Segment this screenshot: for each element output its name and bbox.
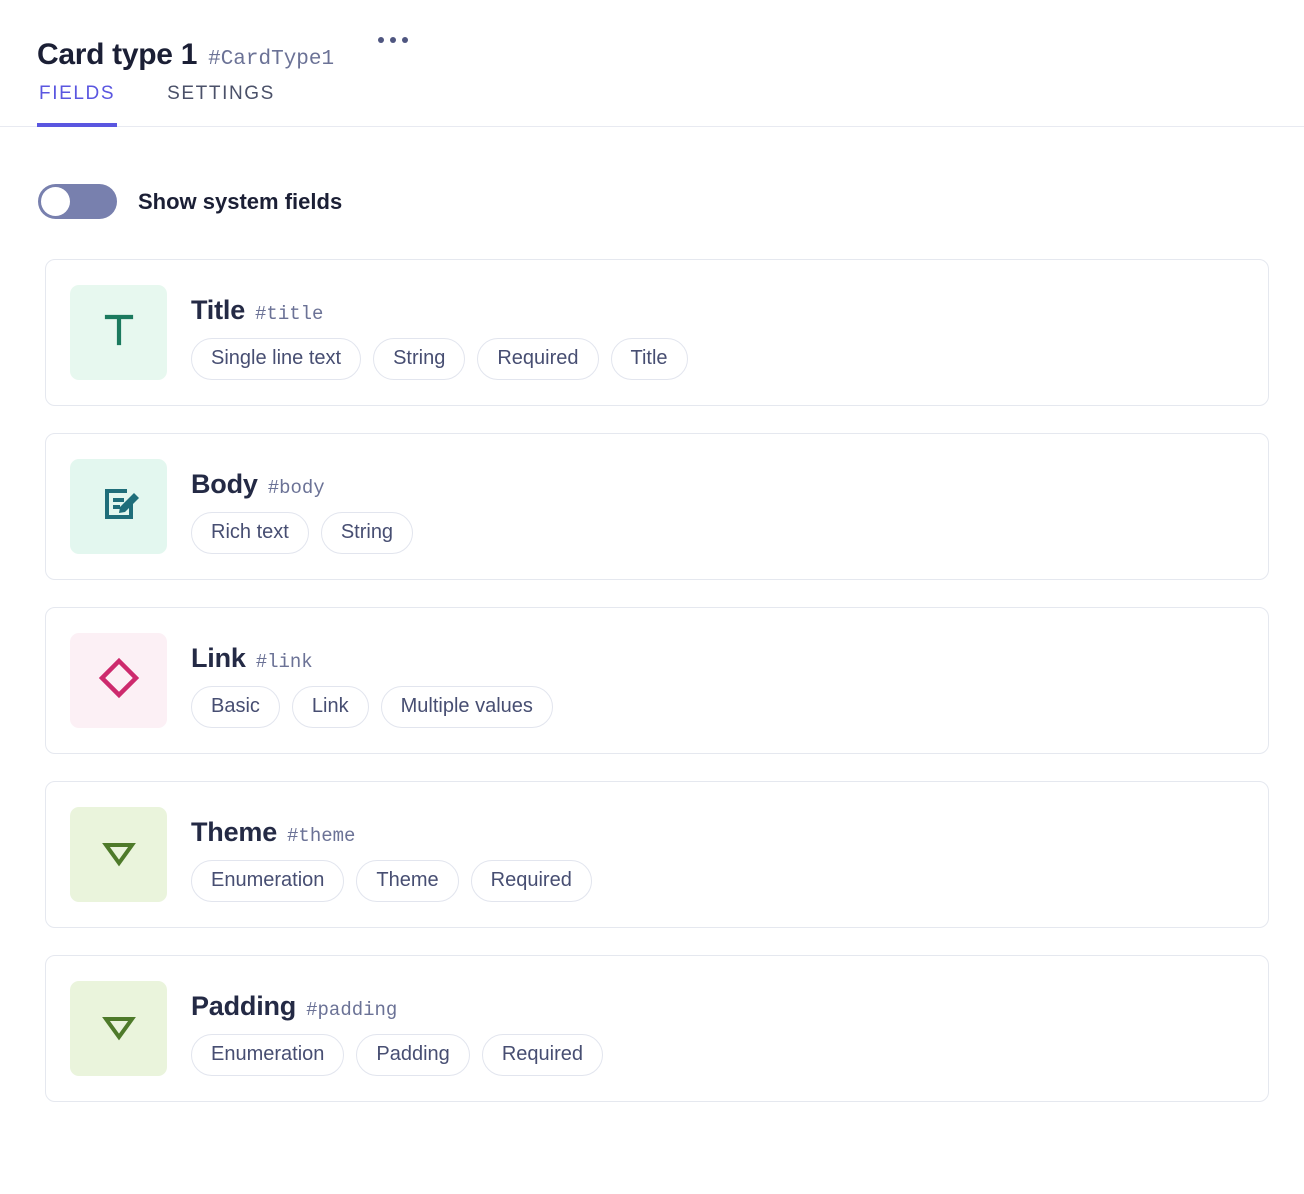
field-tag-row: Rich text String xyxy=(191,512,425,554)
content-type-editor-page: Card type 1 #CardType1 FIELDS SETTINGS S… xyxy=(0,0,1304,1194)
field-tag[interactable]: Theme xyxy=(356,860,458,902)
page-slug: #CardType1 xyxy=(208,49,334,70)
field-slug: #body xyxy=(268,477,325,499)
field-details: Body #body Rich text String xyxy=(191,459,425,554)
field-name: Body xyxy=(191,469,258,500)
field-tag[interactable]: Link xyxy=(292,686,369,728)
show-system-fields-row: Show system fields xyxy=(0,184,1304,219)
tab-bar: FIELDS SETTINGS xyxy=(0,76,1304,127)
fields-list: Title #title Single line text String Require… xyxy=(0,259,1304,1102)
field-tag[interactable]: Required xyxy=(482,1034,603,1076)
triangle-down-icon xyxy=(96,829,142,880)
more-options-button[interactable] xyxy=(374,33,412,47)
diamond-icon xyxy=(96,655,142,706)
field-tag[interactable]: String xyxy=(321,512,413,554)
more-dot-icon xyxy=(402,37,408,43)
tab-settings[interactable]: SETTINGS xyxy=(165,77,277,127)
field-name: Padding xyxy=(191,991,296,1022)
page-title: Card type 1 xyxy=(37,40,197,70)
field-tag[interactable]: String xyxy=(373,338,465,380)
field-tag[interactable]: Required xyxy=(471,860,592,902)
toggle-knob xyxy=(41,187,70,216)
field-card[interactable]: Theme#themeEnumerationThemeRequired xyxy=(45,781,1269,928)
field-heading: Body #body xyxy=(191,469,425,500)
field-tag-row: Single line text String Required Title xyxy=(191,338,700,380)
field-slug: #theme xyxy=(287,825,355,847)
field-details: Padding #padding Enumeration Padding Require… xyxy=(191,981,615,1076)
field-card[interactable]: Body #body Rich text String xyxy=(45,433,1269,580)
field-tag[interactable]: Multiple values xyxy=(381,686,553,728)
field-tag-row: Enumeration Theme Required xyxy=(191,860,604,902)
more-dot-icon xyxy=(378,37,384,43)
field-name: Theme xyxy=(191,817,277,848)
field-slug: #padding xyxy=(306,999,397,1021)
field-tag[interactable]: Enumeration xyxy=(191,1034,344,1076)
field-card[interactable]: Link #link Basic Link Multiple values xyxy=(45,607,1269,754)
rich-text-document-icon xyxy=(96,481,142,532)
field-icon-box xyxy=(70,633,167,728)
field-card[interactable]: Title #title Single line text String Require… xyxy=(45,259,1269,406)
field-details: Title #title Single line text String Require… xyxy=(191,285,700,380)
field-heading: Padding #padding xyxy=(191,991,615,1022)
field-icon-box xyxy=(70,807,167,902)
field-name: Link xyxy=(191,643,246,674)
field-icon-box xyxy=(70,981,167,1076)
field-details: Theme#themeEnumerationThemeRequired xyxy=(191,807,604,902)
field-icon-box xyxy=(70,285,167,380)
field-heading: Link #link xyxy=(191,643,565,674)
field-tag-row: Enumeration Padding Required xyxy=(191,1034,615,1076)
field-heading: Theme #theme xyxy=(191,817,604,848)
field-icon-box xyxy=(70,459,167,554)
field-tag[interactable]: Padding xyxy=(356,1034,469,1076)
field-tag[interactable]: Basic xyxy=(191,686,280,728)
field-card[interactable]: Padding #padding Enumeration Padding Require… xyxy=(45,955,1269,1102)
field-slug: #title xyxy=(255,303,323,325)
field-tag[interactable]: Rich text xyxy=(191,512,309,554)
field-heading: Title #title xyxy=(191,295,700,326)
page-header: Card type 1 #CardType1 xyxy=(0,0,1304,52)
field-details: Link #link Basic Link Multiple values xyxy=(191,633,565,728)
show-system-fields-label: Show system fields xyxy=(138,189,342,215)
field-name: Title xyxy=(191,295,245,326)
letter-t-icon xyxy=(96,307,142,358)
field-tag[interactable]: Single line text xyxy=(191,338,361,380)
field-tag[interactable]: Required xyxy=(477,338,598,380)
field-tag[interactable]: Title xyxy=(611,338,688,380)
tab-fields[interactable]: FIELDS xyxy=(37,77,117,127)
triangle-down-icon xyxy=(96,1003,142,1054)
show-system-fields-toggle[interactable] xyxy=(38,184,117,219)
field-tag-row: Basic Link Multiple values xyxy=(191,686,565,728)
more-dot-icon xyxy=(390,37,396,43)
field-slug: #link xyxy=(256,651,313,673)
field-tag[interactable]: Enumeration xyxy=(191,860,344,902)
